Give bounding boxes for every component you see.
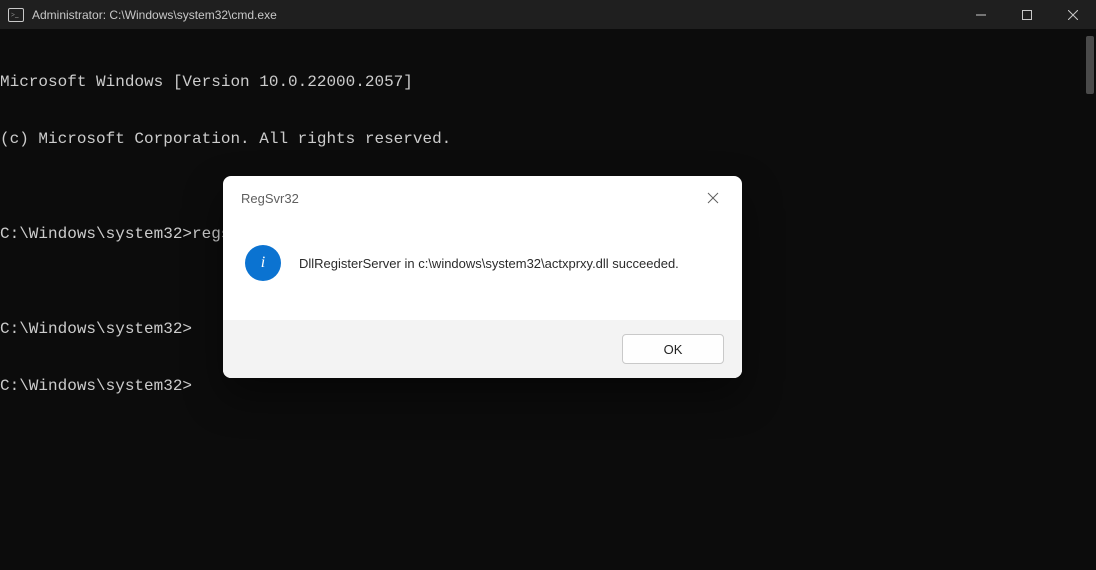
dialog-titlebar: RegSvr32 [223, 176, 742, 220]
svg-text:>_: >_ [11, 11, 19, 19]
close-button[interactable] [1050, 0, 1096, 29]
terminal-line: Microsoft Windows [Version 10.0.22000.20… [0, 73, 1096, 92]
terminal-line: C:\Windows\system32> [0, 377, 1096, 396]
maximize-button[interactable] [1004, 0, 1050, 29]
window-controls [958, 0, 1096, 29]
scrollbar-thumb[interactable] [1086, 36, 1094, 94]
minimize-button[interactable] [958, 0, 1004, 29]
close-icon [707, 192, 719, 204]
info-icon: i [245, 245, 281, 281]
dialog-body: i DllRegisterServer in c:\windows\system… [223, 220, 742, 320]
window-titlebar: >_ Administrator: C:\Windows\system32\cm… [0, 0, 1096, 29]
regsvr32-dialog: RegSvr32 i DllRegisterServer in c:\windo… [223, 176, 742, 378]
dialog-close-button[interactable] [698, 183, 728, 213]
dialog-message: DllRegisterServer in c:\windows\system32… [299, 256, 679, 271]
terminal-line: (c) Microsoft Corporation. All rights re… [0, 130, 1096, 149]
ok-button[interactable]: OK [622, 334, 724, 364]
window-title: Administrator: C:\Windows\system32\cmd.e… [32, 8, 277, 22]
cmd-icon: >_ [8, 7, 24, 23]
dialog-footer: OK [223, 320, 742, 378]
dialog-title: RegSvr32 [241, 191, 299, 206]
